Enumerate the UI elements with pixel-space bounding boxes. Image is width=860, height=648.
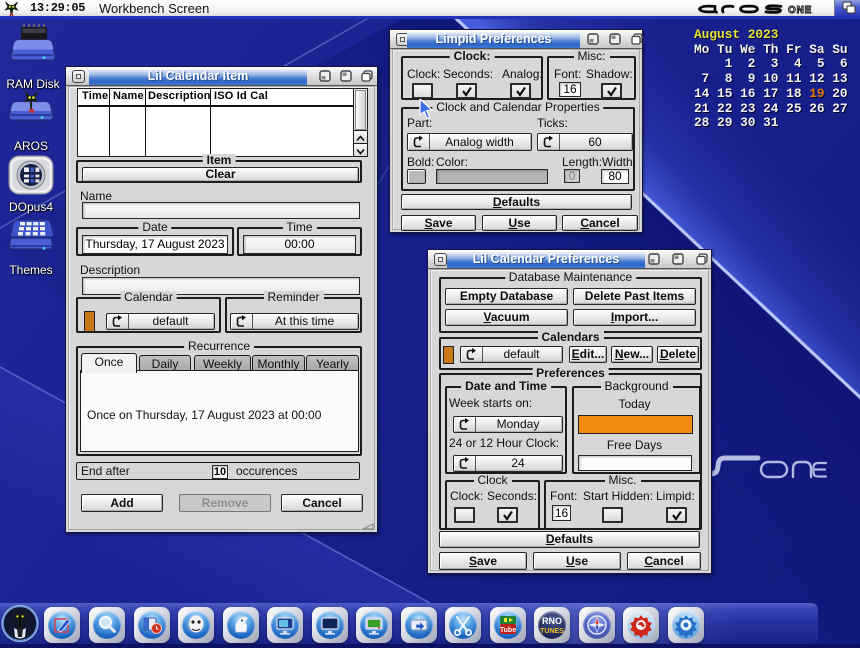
svg-text:Tube: Tube <box>499 627 515 634</box>
svg-text:TUNES: TUNES <box>540 628 564 635</box>
svg-text:ONE: ONE <box>788 5 812 16</box>
svg-text:RNO: RNO <box>542 616 562 626</box>
